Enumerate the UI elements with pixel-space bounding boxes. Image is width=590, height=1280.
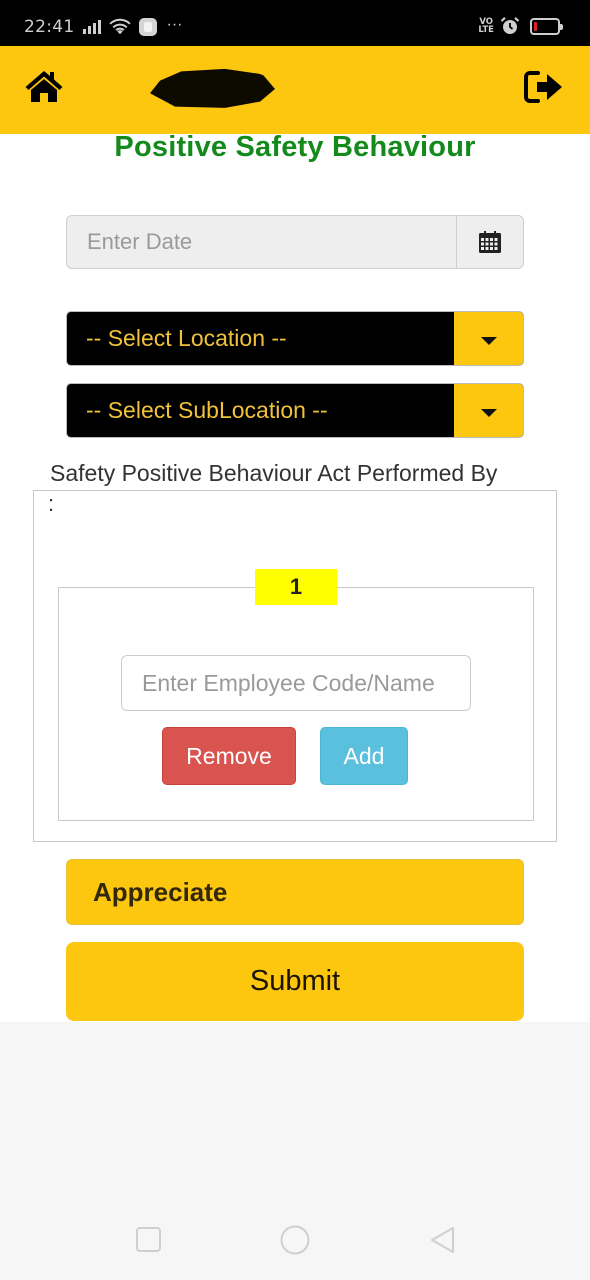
app-header bbox=[0, 46, 590, 134]
employee-entry: 1 Remove Add bbox=[58, 569, 534, 821]
sublocation-select[interactable]: -- Select SubLocation -- bbox=[66, 383, 524, 438]
legend-colon: : bbox=[48, 491, 55, 516]
sublocation-select-value: -- Select SubLocation -- bbox=[86, 397, 328, 423]
location-dropdown-toggle[interactable] bbox=[454, 312, 523, 365]
page-title: Positive Safety Behaviour bbox=[114, 131, 476, 163]
signal-icon bbox=[82, 20, 101, 34]
caret-down-icon bbox=[480, 336, 497, 345]
app-notification-icon bbox=[138, 18, 157, 36]
system-nav-bar bbox=[0, 1200, 590, 1280]
back-icon[interactable] bbox=[428, 1225, 458, 1255]
alarm-icon bbox=[500, 16, 520, 34]
status-time: 22:41 bbox=[24, 17, 75, 37]
caret-down-icon bbox=[480, 408, 497, 417]
location-select[interactable]: -- Select Location -- bbox=[66, 311, 524, 366]
battery-icon bbox=[530, 17, 563, 35]
add-button[interactable]: Add bbox=[320, 727, 408, 785]
main-content: Positive Safety Behaviour -- Select Loca… bbox=[0, 131, 590, 1022]
date-field-group bbox=[66, 215, 524, 269]
status-bar: 22:41 ··· VO LTE bbox=[0, 0, 590, 46]
recents-icon[interactable] bbox=[134, 1225, 164, 1255]
performed-by-legend: Safety Positive Behaviour Act Performed … bbox=[48, 457, 540, 489]
wifi-icon bbox=[108, 18, 131, 35]
employee-code-input[interactable] bbox=[121, 655, 471, 711]
date-input[interactable] bbox=[67, 216, 456, 268]
sign-out-icon[interactable] bbox=[524, 70, 564, 104]
overflow-dots: ··· bbox=[166, 16, 183, 33]
appreciate-button[interactable]: Appreciate bbox=[66, 859, 524, 925]
location-select-value: -- Select Location -- bbox=[86, 325, 287, 351]
volte-icon: VO LTE bbox=[478, 16, 494, 35]
entry-number-badge: 1 bbox=[255, 569, 337, 605]
home-icon[interactable] bbox=[24, 68, 64, 104]
calendar-button[interactable] bbox=[456, 216, 523, 268]
submit-button[interactable]: Submit bbox=[66, 942, 524, 1021]
calendar-icon bbox=[479, 231, 501, 253]
nav-home-icon[interactable] bbox=[280, 1225, 310, 1255]
remove-button[interactable]: Remove bbox=[162, 727, 296, 785]
battery-level bbox=[534, 21, 537, 31]
sublocation-dropdown-toggle[interactable] bbox=[454, 384, 523, 437]
performed-by-fieldset: Safety Positive Behaviour Act Performed … bbox=[33, 457, 557, 842]
app-logo bbox=[150, 68, 275, 108]
